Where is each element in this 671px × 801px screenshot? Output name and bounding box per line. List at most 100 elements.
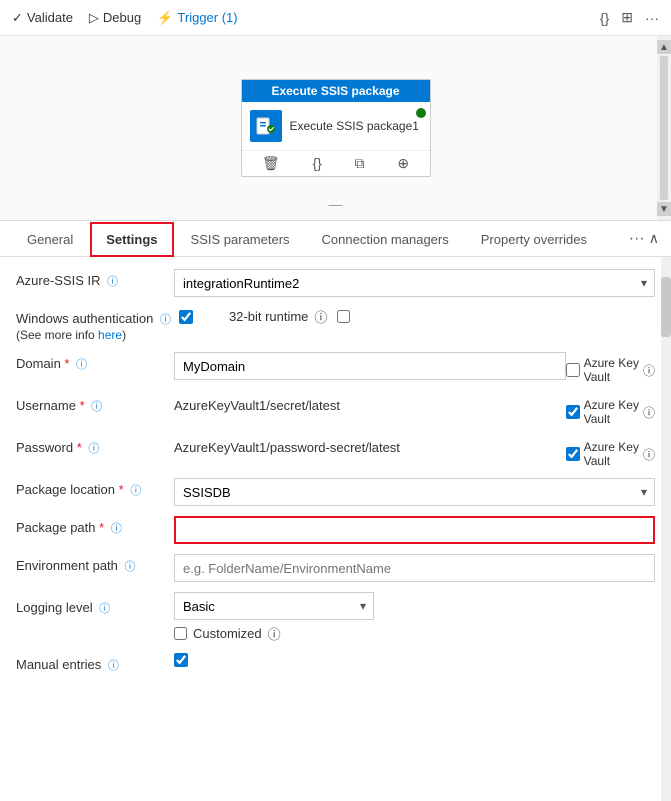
- password-row: Password * ⓘ AzureKeyVault1/password-sec…: [16, 436, 655, 468]
- validate-button[interactable]: ✓ Validate: [12, 10, 73, 26]
- password-value: AzureKeyVault1/password-secret/latest: [174, 436, 566, 459]
- environment-path-input[interactable]: [174, 554, 655, 582]
- windows-auth-row: Windows authentication ⓘ (See more info …: [16, 307, 655, 342]
- ssis-node-icon: [250, 110, 282, 142]
- debug-button[interactable]: ▷ Debug: [89, 10, 141, 26]
- tab-ssis-parameters[interactable]: SSIS parameters: [176, 223, 305, 256]
- manual-entries-info-icon[interactable]: ⓘ: [108, 660, 119, 672]
- customized-checkbox[interactable]: [174, 627, 187, 640]
- password-label: Password * ⓘ: [16, 436, 166, 456]
- trigger-button[interactable]: ⚡ Trigger (1): [157, 10, 237, 26]
- customized-info-icon[interactable]: ⓘ: [268, 624, 281, 643]
- username-akv-label: Azure KeyVault: [584, 398, 639, 426]
- canvas-scroll-handle: —: [329, 196, 343, 212]
- package-path-info-icon[interactable]: ⓘ: [111, 523, 122, 535]
- customized-label: Customized: [193, 626, 262, 641]
- tab-settings[interactable]: Settings: [90, 222, 173, 257]
- logging-level-row: Logging level ⓘ Basic Customized ⓘ: [16, 592, 655, 643]
- settings-scrollbar[interactable]: [661, 257, 671, 801]
- package-path-label: Package path * ⓘ: [16, 516, 166, 536]
- password-akv-info-icon[interactable]: ⓘ: [643, 446, 655, 463]
- domain-akv-checkbox[interactable]: [566, 363, 580, 377]
- windows-auth-control: 32-bit runtime ⓘ: [179, 307, 655, 326]
- manual-entries-label: Manual entries ⓘ: [16, 653, 166, 673]
- logging-level-label: Logging level ⓘ: [16, 596, 166, 616]
- logging-level-select[interactable]: Basic: [174, 592, 374, 620]
- settings-scrollbar-thumb: [661, 277, 671, 337]
- package-location-select-wrapper: SSISDB: [174, 478, 655, 506]
- canvas-scroll-track: [660, 56, 668, 200]
- grid-button[interactable]: ⊞: [621, 9, 633, 26]
- windows-auth-checkbox[interactable]: [179, 310, 193, 324]
- azure-ssis-ir-control: integrationRuntime2: [174, 269, 655, 297]
- toolbar: ✓ Validate ▷ Debug ⚡ Trigger (1) {} ⊞ ··…: [0, 0, 671, 36]
- environment-path-row: Environment path ⓘ: [16, 554, 655, 582]
- windows-auth-label: Windows authentication ⓘ (See more info …: [16, 307, 171, 342]
- password-info-icon[interactable]: ⓘ: [88, 443, 99, 455]
- logging-level-info-icon[interactable]: ⓘ: [99, 603, 110, 615]
- package-path-control: demo/ScaleOutProject/Transformation.dtsx: [174, 516, 655, 544]
- more-button[interactable]: ···: [645, 10, 659, 26]
- environment-path-label: Environment path ⓘ: [16, 554, 166, 574]
- toolbar-right-actions: {} ⊞ ···: [600, 9, 659, 26]
- ssis-node-actions: 🗑 {} ⧉ ⊕: [242, 150, 430, 176]
- package-location-info-icon[interactable]: ⓘ: [130, 485, 141, 497]
- domain-input[interactable]: [174, 352, 566, 380]
- environment-path-control: [174, 554, 655, 582]
- azure-ssis-ir-select[interactable]: integrationRuntime2: [174, 269, 655, 297]
- canvas-area: Execute SSIS package Execute SSIS packag…: [0, 36, 671, 221]
- runtime-32bit-info-icon[interactable]: ⓘ: [314, 307, 327, 326]
- package-path-input[interactable]: demo/ScaleOutProject/Transformation.dtsx: [174, 516, 655, 544]
- domain-info-icon[interactable]: ⓘ: [76, 359, 87, 371]
- package-location-select[interactable]: SSISDB: [174, 478, 655, 506]
- domain-label: Domain * ⓘ: [16, 352, 166, 372]
- package-location-control: SSISDB: [174, 478, 655, 506]
- braces-button[interactable]: {}: [600, 10, 609, 26]
- windows-auth-here-link[interactable]: here: [98, 328, 122, 342]
- environment-path-info-icon[interactable]: ⓘ: [125, 561, 136, 573]
- manual-entries-row: Manual entries ⓘ: [16, 653, 655, 673]
- node-code-icon[interactable]: {}: [312, 155, 321, 172]
- ssis-node-status: [416, 108, 426, 118]
- username-akv-section: Azure KeyVault ⓘ: [566, 394, 655, 426]
- username-akv-info-icon[interactable]: ⓘ: [643, 404, 655, 421]
- settings-panel: Azure-SSIS IR ⓘ integrationRuntime2 Wind…: [0, 257, 671, 801]
- username-info-icon[interactable]: ⓘ: [91, 401, 102, 413]
- azure-ssis-ir-label: Azure-SSIS IR ⓘ: [16, 269, 166, 289]
- password-akv-label: Azure KeyVault: [584, 440, 639, 468]
- ssis-node-body: Execute SSIS package1: [242, 102, 430, 150]
- debug-icon: ▷: [89, 10, 99, 26]
- windows-auth-info-icon[interactable]: ⓘ: [160, 314, 171, 326]
- package-location-label: Package location * ⓘ: [16, 478, 166, 498]
- username-akv-checkbox[interactable]: [566, 405, 580, 419]
- ssis-node-header: Execute SSIS package: [242, 80, 430, 102]
- runtime-32bit-label: 32-bit runtime: [229, 309, 308, 324]
- ssis-node-label: Execute SSIS package1: [290, 119, 422, 133]
- azure-ssis-ir-info-icon[interactable]: ⓘ: [107, 276, 118, 288]
- node-link-icon[interactable]: ⊕: [397, 155, 409, 172]
- azure-ssis-ir-row: Azure-SSIS IR ⓘ integrationRuntime2: [16, 269, 655, 297]
- trigger-icon: ⚡: [157, 10, 173, 26]
- canvas-scroll-down-btn[interactable]: ▼: [657, 202, 671, 216]
- password-akv-checkbox[interactable]: [566, 447, 580, 461]
- runtime-32bit-checkbox[interactable]: [337, 310, 350, 323]
- azure-ssis-ir-select-wrapper: integrationRuntime2: [174, 269, 655, 297]
- domain-akv-label: Azure KeyVault: [584, 356, 639, 384]
- node-delete-icon[interactable]: 🗑: [262, 155, 280, 172]
- manual-entries-checkbox[interactable]: [174, 653, 188, 667]
- domain-akv-info-icon[interactable]: ⓘ: [643, 362, 655, 379]
- manual-entries-control: [174, 653, 655, 667]
- package-path-row: Package path * ⓘ demo/ScaleOutProject/Tr…: [16, 516, 655, 544]
- node-copy-icon[interactable]: ⧉: [355, 155, 365, 172]
- tabs-more-button[interactable]: ···: [629, 230, 645, 248]
- tab-general[interactable]: General: [12, 223, 88, 256]
- ssis-node[interactable]: Execute SSIS package Execute SSIS packag…: [241, 79, 431, 177]
- logging-level-select-wrapper: Basic: [174, 592, 374, 620]
- tab-property-overrides[interactable]: Property overrides: [466, 223, 602, 256]
- password-akv-section: Azure KeyVault ⓘ: [566, 436, 655, 468]
- canvas-scroll-up-btn[interactable]: ▲: [657, 40, 671, 54]
- windows-auth-checkbox-wrapper: [179, 310, 193, 324]
- tabs-collapse-button[interactable]: ∧: [649, 230, 659, 247]
- canvas-vertical-scrollbar[interactable]: ▲ ▼: [657, 36, 671, 220]
- tab-connection-managers[interactable]: Connection managers: [307, 223, 464, 256]
